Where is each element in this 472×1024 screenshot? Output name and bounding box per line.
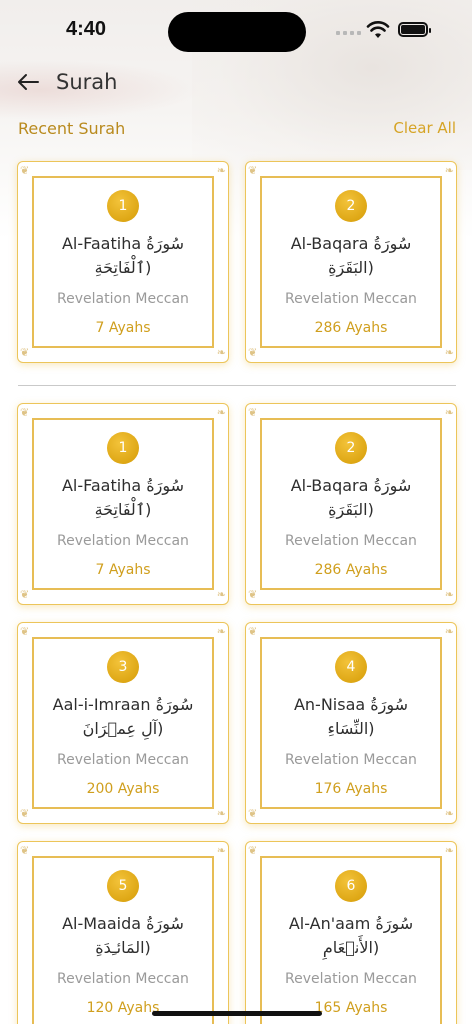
- revelation-type: Revelation Meccan: [57, 291, 189, 307]
- surah-name: Al-Baqara سُورَةُ: [246, 230, 456, 258]
- surah-name: Aal-i-Imraan سُورَةُ: [18, 691, 228, 719]
- surah-name-arabic-prefix: سُورَةُ: [146, 914, 184, 933]
- revelation-type: Revelation Meccan: [57, 752, 189, 768]
- surah-name-latin: Aal-i-Imraan: [52, 695, 151, 714]
- page-title: Surah: [56, 70, 118, 94]
- status-time: 4:40: [66, 18, 107, 40]
- surah-name-arabic-prefix: سُورَةُ: [375, 914, 414, 933]
- status-bar: 4:40: [0, 0, 472, 60]
- surah-card[interactable]: ❦ ❧ ❦ ❧ 1 Al-Faatiha سُورَةُ (ٱلْفَاتِحَةِ Reve…: [17, 161, 229, 363]
- surah-number-badge: 6: [335, 870, 367, 902]
- surah-name-arabic-prefix: سُورَةُ: [146, 234, 185, 253]
- surah-name-latin: Al-Baqara: [290, 234, 369, 253]
- surah-name: Al-Faatiha سُورَةُ: [18, 472, 228, 500]
- surah-number-badge: 4: [335, 651, 367, 683]
- surah-name: Al-Baqara سُورَةُ: [246, 472, 456, 500]
- surah-name-arabic-prefix: سُورَةُ: [146, 476, 185, 495]
- revelation-type: Revelation Meccan: [285, 971, 417, 987]
- surah-name-arabic: (الأَنۡعَامِ: [322, 938, 380, 957]
- surah-name: Al-Faatiha سُورَةُ: [18, 230, 228, 258]
- surah-number-badge: 3: [107, 651, 139, 683]
- surah-name-arabic-prefix: سُورَةُ: [373, 234, 412, 253]
- surah-name: Al-An'aam سُورَةُ: [246, 910, 456, 938]
- surah-name-arabic-prefix: سُورَةُ: [373, 476, 412, 495]
- recent-surah-title: Recent Surah: [18, 118, 126, 138]
- surah-name-latin: Al-Faatiha: [61, 234, 142, 253]
- surah-card[interactable]: ❦ ❧ ❦ ❧ 2 Al-Baqara سُورَةُ (البَقَرَةِ Revelat…: [245, 161, 457, 363]
- surah-number-badge: 2: [335, 432, 367, 464]
- arrow-left-icon[interactable]: [16, 69, 42, 95]
- ayah-count: 7 Ayahs: [95, 562, 151, 578]
- home-indicator: [152, 1011, 322, 1016]
- surah-name: Al-Maaida سُورَةُ: [18, 910, 228, 938]
- surah-card[interactable]: ❦ ❧ ❦ ❧ 1 Al-Faatiha سُورَةُ (ٱلْفَاتِحَةِ Reve…: [17, 403, 229, 605]
- revelation-type: Revelation Meccan: [285, 533, 417, 549]
- signal-icon: [336, 31, 361, 35]
- surah-card[interactable]: ❦❧❦❧6Al-An'aam سُورَةُ(الأَنۡعَامِRevela…: [245, 841, 457, 1024]
- surah-number-badge: 5: [107, 870, 139, 902]
- ayah-count: 176 Ayahs: [314, 781, 388, 797]
- ayah-count: 286 Ayahs: [314, 562, 388, 578]
- surah-name-arabic: (النِّسَاءِ: [327, 719, 375, 738]
- dynamic-island: [168, 12, 306, 52]
- surah-name-latin: An-Nisaa: [293, 695, 366, 714]
- surah-name-latin: Al-Faatiha: [61, 476, 142, 495]
- wifi-icon: [366, 21, 390, 38]
- ayah-count: 200 Ayahs: [86, 781, 160, 797]
- surah-name-arabic: (البَقَرَةِ: [328, 500, 374, 519]
- surah-name-latin: Al-Maaida: [62, 914, 142, 933]
- ayah-count: 7 Ayahs: [95, 320, 151, 336]
- surah-name-arabic: (ٱلْفَاتِحَةِ: [94, 258, 152, 277]
- surah-name-arabic: (البَقَرَةِ: [328, 258, 374, 277]
- battery-icon: [398, 22, 431, 37]
- ayah-count: 286 Ayahs: [314, 320, 388, 336]
- surah-name-latin: Al-Baqara: [290, 476, 369, 495]
- revelation-type: Revelation Meccan: [57, 533, 189, 549]
- surah-card[interactable]: ❦ ❧ ❦ ❧ 4 An-Nisaa سُورَةُ (النِّسَاءِ Revelati…: [245, 622, 457, 824]
- surah-card[interactable]: ❦ ❧ ❦ ❧ 3 Aal-i-Imraan سُورَةُ (آلِ عِمۡرَانَ R…: [17, 622, 229, 824]
- surah-number-badge: 1: [107, 432, 139, 464]
- recent-surah-header: Recent Surah Clear All: [18, 116, 456, 140]
- surah-name-arabic: (آلِ عِمۡرَانَ: [82, 719, 164, 738]
- surah-card[interactable]: ❦❧❦❧5Al-Maaida سُورَةُ(المَائـِدَةِRevel…: [17, 841, 229, 1024]
- section-divider: [18, 385, 456, 386]
- surah-name: An-Nisaa سُورَةُ: [246, 691, 456, 719]
- surah-name-arabic-prefix: سُورَةُ: [155, 695, 194, 714]
- surah-name-arabic: (ٱلْفَاتِحَةِ: [94, 500, 152, 519]
- surah-name-arabic: (المَائـِدَةِ: [95, 938, 151, 957]
- revelation-type: Revelation Meccan: [285, 291, 417, 307]
- revelation-type: Revelation Meccan: [57, 971, 189, 987]
- revelation-type: Revelation Meccan: [285, 752, 417, 768]
- clear-all-button[interactable]: Clear All: [393, 119, 456, 137]
- surah-name-arabic-prefix: سُورَةُ: [370, 695, 409, 714]
- app-header: Surah: [16, 64, 117, 100]
- surah-number-badge: 2: [335, 190, 367, 222]
- surah-name-latin: Al-An'aam: [288, 914, 371, 933]
- surah-number-badge: 1: [107, 190, 139, 222]
- surah-card[interactable]: ❦ ❧ ❦ ❧ 2 Al-Baqara سُورَةُ (البَقَرَةِ Revelat…: [245, 403, 457, 605]
